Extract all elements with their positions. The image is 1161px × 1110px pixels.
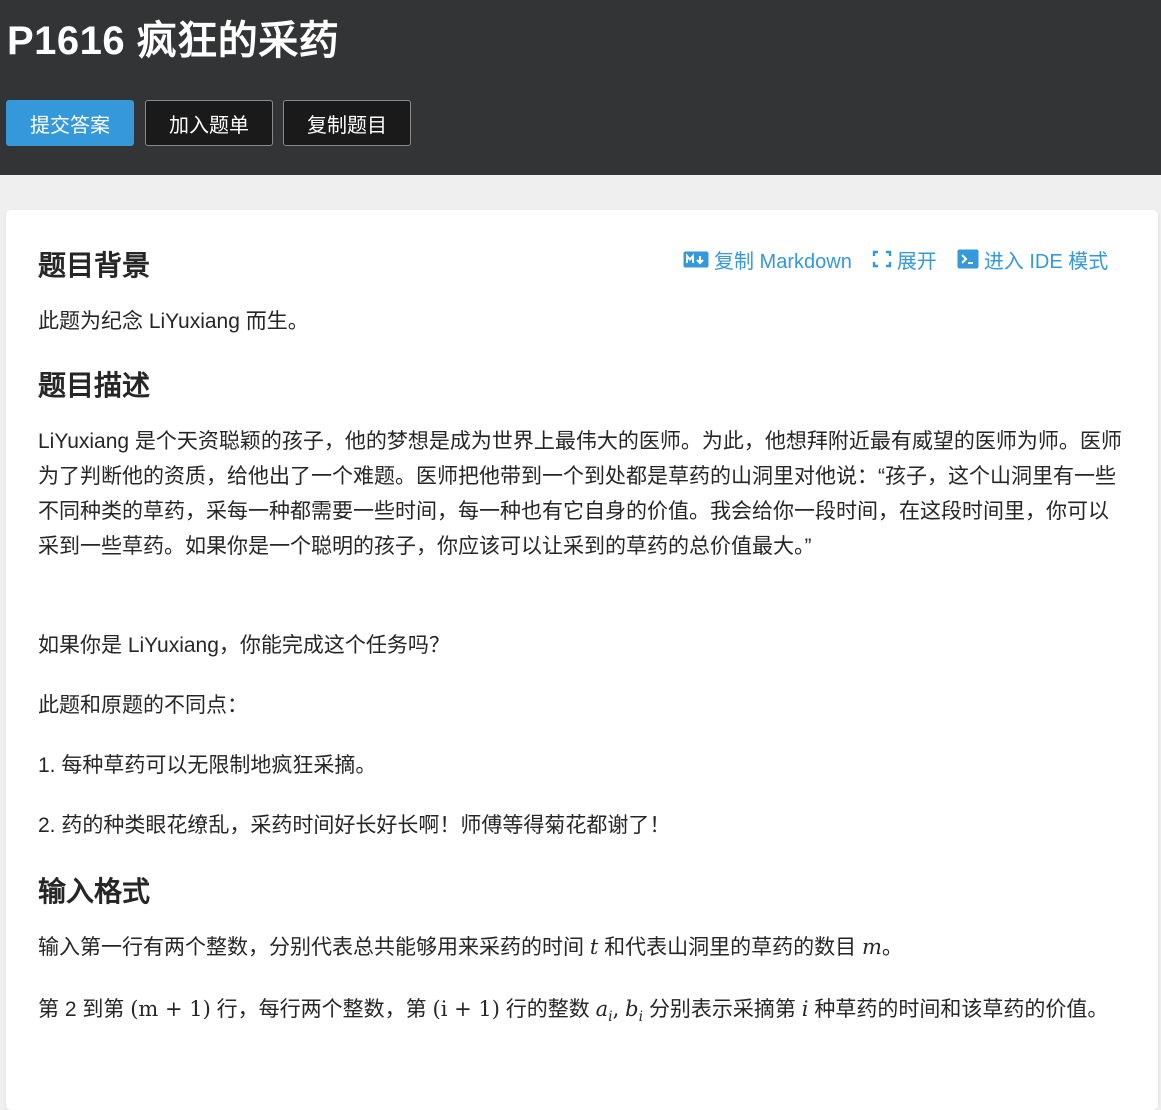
copy-markdown-label: 复制 Markdown [714, 250, 852, 273]
input-text: 行的整数 [505, 998, 590, 1021]
submit-answer-button[interactable]: 提交答案 [6, 100, 134, 146]
markdown-icon [683, 251, 709, 267]
input-text: 输入第一行有两个整数，分别代表总共能够用来采药的时间 [38, 936, 584, 959]
math-index: (i + 1) [432, 997, 500, 1021]
problem-toolbar: 复制 Markdown 展开 进入 IDE 模式 [683, 244, 1108, 274]
description-paragraph-3: 此题和原题的不同点： [38, 694, 248, 717]
math-sub-i: i [638, 1009, 644, 1026]
description-paragraph-2: 如果你是 LiYuxiang，你能完成这个任务吗？ [38, 634, 450, 657]
description-paragraph-5: 2. 药的种类眼花缭乱，采药时间好长好长啊！师傅等得菊花都谢了！ [38, 814, 671, 837]
copy-markdown-link[interactable]: 复制 Markdown [683, 245, 852, 274]
description-paragraph-1: LiYuxiang 是个天资聪颖的孩子，他的梦想是成为世界上最伟大的医师。为此，… [38, 430, 1122, 558]
input-text: 行，每行两个整数，第 [216, 998, 427, 1021]
expand-label: 展开 [896, 250, 937, 273]
background-text: 此题为纪念 LiYuxiang 而生。 [38, 310, 309, 333]
ide-mode-label: 进入 IDE 模式 [983, 250, 1109, 273]
math-comma: , [612, 997, 620, 1021]
description-heading: 题目描述 [38, 370, 151, 401]
description-paragraph-4: 1. 每种草药可以无限制地疯狂采摘。 [38, 754, 377, 777]
expand-icon [872, 250, 892, 268]
math-var-m: m [861, 935, 882, 959]
input-text: 分别表示采摘第 [648, 998, 796, 1021]
math-range: (m + 1) [130, 997, 211, 1021]
math-var-a: a [595, 997, 609, 1021]
problem-header: P1616 疯狂的采药 提交答案 加入题单 复制题目 [0, 0, 1161, 175]
math-var-t: t [589, 935, 599, 959]
input-text: 。 [881, 936, 903, 959]
input-text: 和代表山洞里的草药的数目 [604, 936, 857, 959]
input-text: 第 2 到第 [38, 998, 125, 1021]
copy-problem-button[interactable]: 复制题目 [283, 100, 411, 146]
background-heading: 题目背景 [38, 250, 151, 281]
page-title: P1616 疯狂的采药 [7, 19, 340, 63]
input-text: 种草药的时间和该草药的价值。 [814, 998, 1109, 1021]
expand-link[interactable]: 展开 [872, 245, 937, 274]
ide-mode-link[interactable]: 进入 IDE 模式 [957, 245, 1108, 274]
input-format-paragraph-2: 第 2 到第 (m + 1) 行，每行两个整数，第 (i + 1) 行的整数 a… [38, 992, 1128, 1035]
terminal-icon [957, 249, 979, 269]
math-var-i: i [801, 997, 809, 1021]
add-to-list-button[interactable]: 加入题单 [145, 100, 273, 146]
input-format-heading: 输入格式 [38, 876, 151, 907]
math-var-b: b [625, 997, 639, 1021]
input-format-paragraph-1: 输入第一行有两个整数，分别代表总共能够用来采药的时间 t 和代表山洞里的草药的数… [38, 930, 1128, 965]
